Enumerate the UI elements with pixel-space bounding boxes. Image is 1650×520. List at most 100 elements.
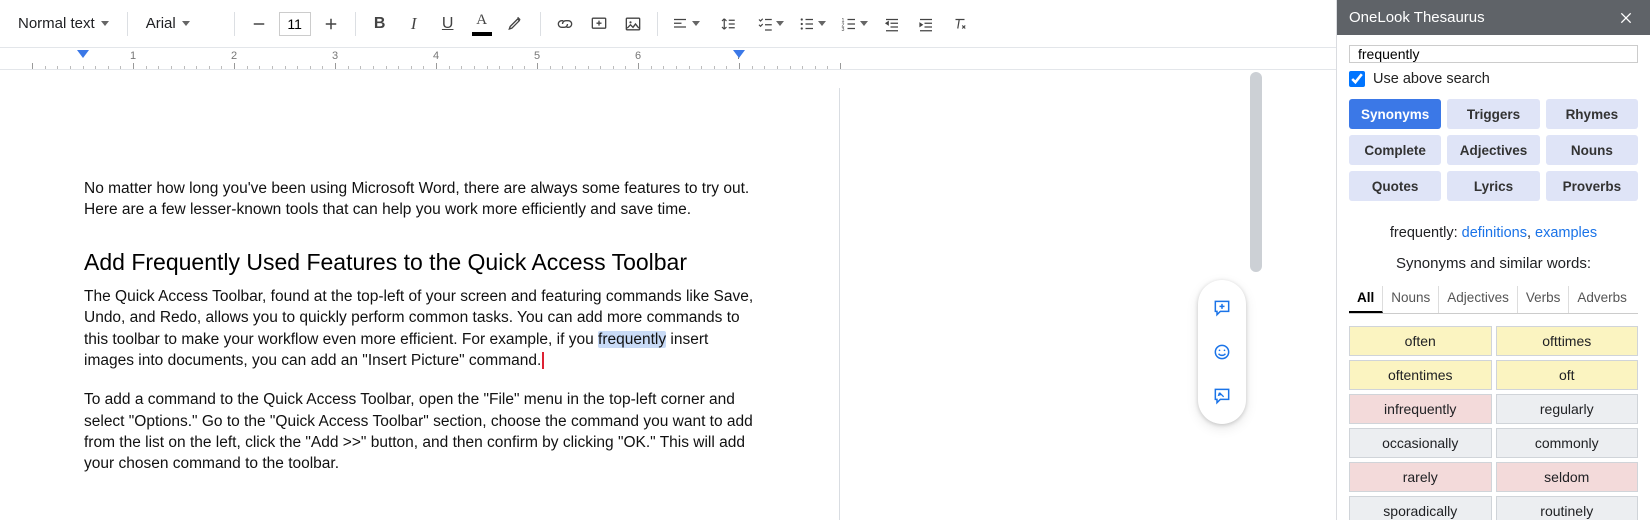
font-family-label: Arial [146, 15, 176, 32]
category-proverbs[interactable]: Proverbs [1546, 171, 1638, 201]
pos-tab-adverbs[interactable]: Adverbs [1569, 286, 1635, 313]
category-quotes[interactable]: Quotes [1349, 171, 1441, 201]
chevron-down-icon [860, 21, 868, 26]
document-canvas: No matter how long you've been using Mic… [0, 70, 1250, 520]
ruler-label: 2 [231, 50, 237, 62]
results-section-title: Synonyms and similar words: [1349, 255, 1638, 272]
chevron-down-icon [182, 21, 190, 26]
thesaurus-sidebar: OneLook Thesaurus Use above search Synon… [1336, 0, 1650, 520]
insert-emoji-button[interactable] [1204, 334, 1240, 370]
result-word[interactable]: sporadically [1349, 496, 1492, 520]
font-size-stepper [243, 8, 347, 40]
ruler-label: 1 [130, 50, 136, 62]
vertical-scrollbar[interactable] [1250, 72, 1262, 272]
separator [127, 12, 128, 36]
paragraph-style-select[interactable]: Normal text [8, 8, 119, 40]
line-spacing-button[interactable] [708, 8, 748, 40]
result-word[interactable]: commonly [1496, 428, 1639, 458]
definitions-link[interactable]: definitions [1462, 225, 1527, 241]
result-word[interactable]: infrequently [1349, 394, 1492, 424]
insert-link-button[interactable] [549, 8, 581, 40]
pos-tab-adjectives[interactable]: Adjectives [1439, 286, 1518, 313]
chevron-down-icon [101, 21, 109, 26]
left-indent-marker[interactable] [77, 50, 89, 58]
result-word[interactable]: routinely [1496, 496, 1639, 520]
ruler-label: 5 [534, 50, 540, 62]
separator [657, 12, 658, 36]
increase-font-size-button[interactable] [315, 8, 347, 40]
align-button[interactable] [666, 8, 706, 40]
lookup-links: frequently: definitions, examples [1349, 225, 1638, 241]
paragraph[interactable]: To add a command to the Quick Access Too… [84, 389, 756, 475]
link-sep: , [1527, 225, 1535, 241]
font-size-input[interactable] [279, 12, 311, 36]
category-adjectives[interactable]: Adjectives [1447, 135, 1539, 165]
results-grid: oftenofttimesoftentimesoftinfrequentlyre… [1349, 326, 1638, 520]
ruler-label: 4 [433, 50, 439, 62]
chevron-down-icon [818, 21, 826, 26]
chevron-down-icon [692, 21, 700, 26]
lookup-sep: : [1454, 225, 1462, 241]
underline-button[interactable]: U [432, 8, 464, 40]
suggest-edits-button[interactable] [1204, 378, 1240, 414]
checkbox-label: Use above search [1373, 71, 1490, 87]
add-comment-button[interactable] [583, 8, 615, 40]
category-complete[interactable]: Complete [1349, 135, 1441, 165]
font-family-select[interactable]: Arial [136, 8, 226, 40]
heading[interactable]: Add Frequently Used Features to the Quic… [84, 249, 756, 276]
close-sidebar-button[interactable] [1614, 6, 1638, 30]
category-grid: SynonymsTriggersRhymes CompleteAdjectives… [1349, 99, 1638, 201]
bulleted-list-button[interactable] [792, 8, 832, 40]
text-cursor [542, 352, 544, 369]
result-word[interactable]: rarely [1349, 462, 1492, 492]
pos-tab-all[interactable]: All [1349, 286, 1383, 313]
use-above-search-checkbox[interactable]: Use above search [1349, 71, 1638, 87]
pos-tabs: AllNounsAdjectivesVerbsAdverbs [1349, 286, 1638, 314]
checklist-button[interactable] [750, 8, 790, 40]
decrease-font-size-button[interactable] [243, 8, 275, 40]
thesaurus-search-input[interactable] [1349, 45, 1638, 63]
decrease-indent-button[interactable] [876, 8, 908, 40]
result-word[interactable]: regularly [1496, 394, 1639, 424]
clear-formatting-button[interactable] [944, 8, 976, 40]
comment-rail [1198, 280, 1246, 424]
separator [355, 12, 356, 36]
result-word[interactable]: often [1349, 326, 1492, 356]
paragraph-style-label: Normal text [18, 15, 95, 32]
increase-indent-button[interactable] [910, 8, 942, 40]
category-lyrics[interactable]: Lyrics [1447, 171, 1539, 201]
pos-tab-nouns[interactable]: Nouns [1383, 286, 1439, 313]
result-word[interactable]: oftentimes [1349, 360, 1492, 390]
paragraph[interactable]: The Quick Access Toolbar, found at the t… [84, 286, 756, 372]
sidebar-title: OneLook Thesaurus [1349, 9, 1485, 26]
right-indent-marker[interactable] [733, 50, 745, 58]
category-synonyms[interactable]: Synonyms [1349, 99, 1441, 129]
ruler-label: 3 [332, 50, 338, 62]
bold-button[interactable]: B [364, 8, 396, 40]
sidebar-header: OneLook Thesaurus [1337, 0, 1650, 35]
checkbox-input[interactable] [1349, 71, 1365, 87]
category-triggers[interactable]: Triggers [1447, 99, 1539, 129]
insert-image-button[interactable] [617, 8, 649, 40]
separator [234, 12, 235, 36]
chevron-down-icon [776, 21, 784, 26]
result-word[interactable]: seldom [1496, 462, 1639, 492]
category-rhymes[interactable]: Rhymes [1546, 99, 1638, 129]
add-comment-button[interactable] [1204, 290, 1240, 326]
document-page[interactable]: No matter how long you've been using Mic… [0, 88, 840, 520]
result-word[interactable]: occasionally [1349, 428, 1492, 458]
result-word[interactable]: oft [1496, 360, 1639, 390]
result-word[interactable]: ofttimes [1496, 326, 1639, 356]
selected-word[interactable]: frequently [598, 331, 666, 348]
category-nouns[interactable]: Nouns [1546, 135, 1638, 165]
paragraph[interactable]: No matter how long you've been using Mic… [84, 178, 756, 221]
ruler-label: 6 [635, 50, 641, 62]
lookup-word: frequently [1390, 225, 1454, 241]
text-color-button[interactable]: A [466, 8, 498, 40]
highlight-color-button[interactable] [500, 8, 532, 40]
numbered-list-button[interactable]: 123 [834, 8, 874, 40]
examples-link[interactable]: examples [1535, 225, 1597, 241]
italic-button[interactable]: I [398, 8, 430, 40]
pos-tab-verbs[interactable]: Verbs [1518, 286, 1570, 313]
svg-text:3: 3 [841, 26, 844, 32]
